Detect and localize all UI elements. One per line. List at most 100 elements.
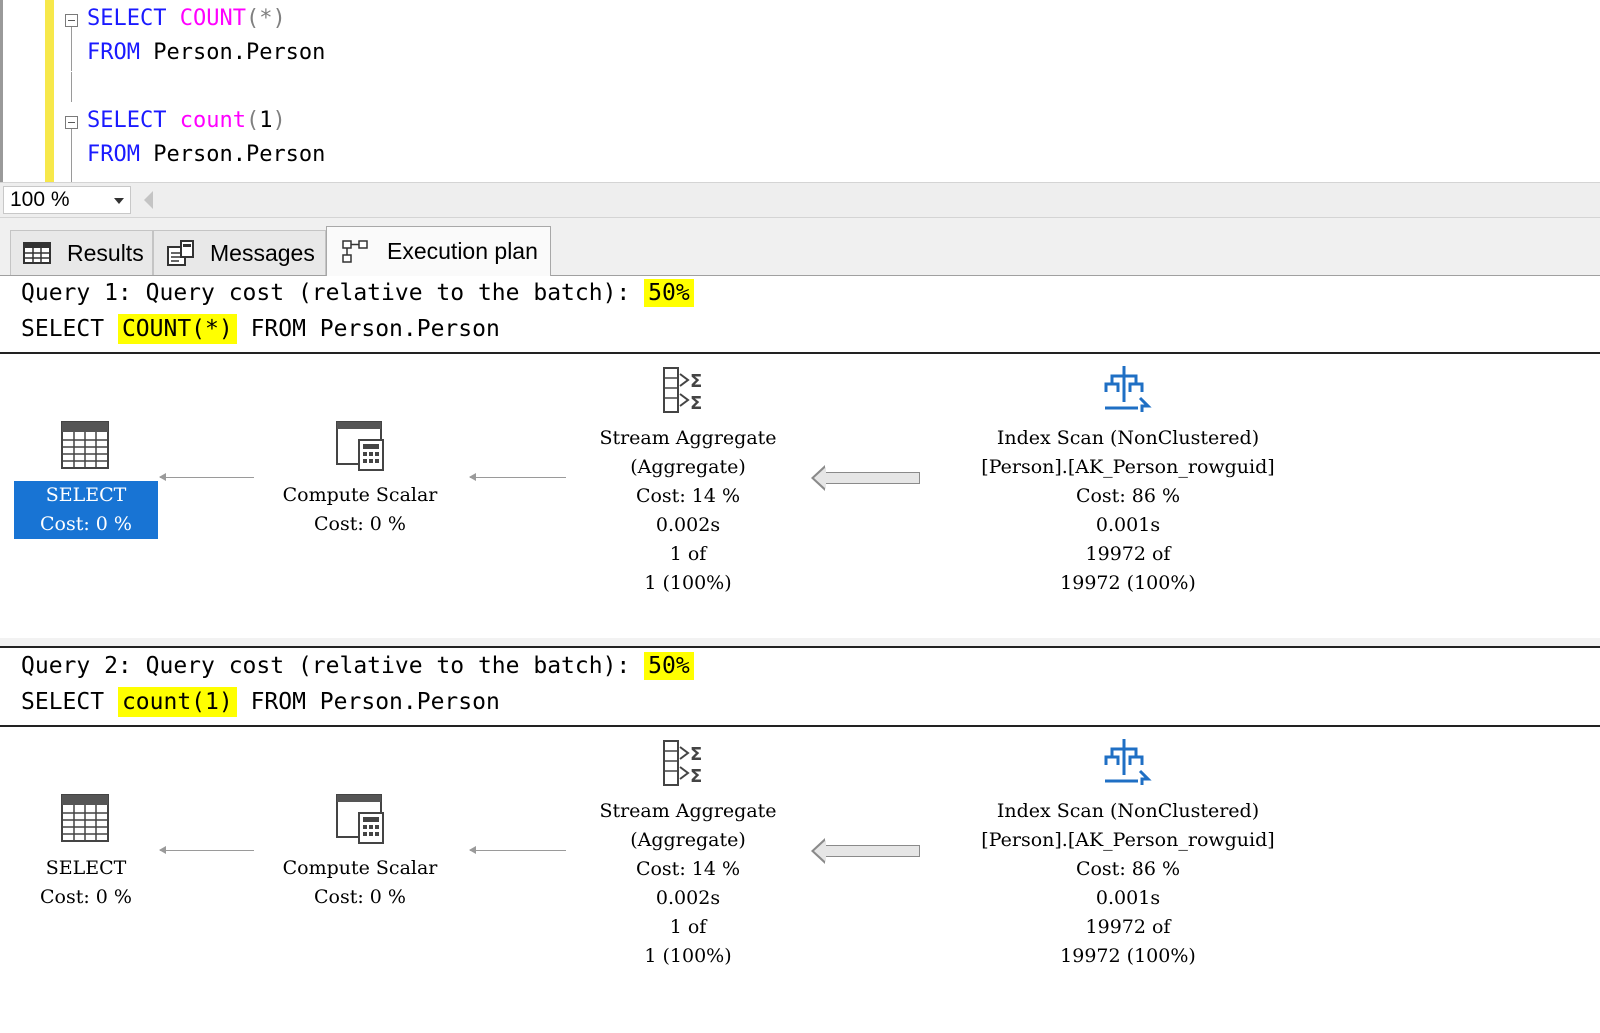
fold-guide	[71, 72, 72, 102]
keyword: SELECT	[87, 108, 167, 133]
keyword: SELECT	[87, 6, 167, 31]
zoom-value: 100 %	[10, 188, 70, 211]
node-rows-estimated: 19972 (100%)	[1060, 572, 1196, 594]
node-rows-actual: 1 of	[669, 916, 707, 938]
node-cost: Cost: 86 %	[1075, 858, 1181, 880]
tab-label: Results	[67, 239, 144, 266]
svg-text:Σ: Σ	[690, 371, 702, 392]
node-object: [Person].[AK_Person_rowguid]	[981, 456, 1275, 478]
sql-prefix: SELECT	[21, 316, 118, 342]
node-cost: Cost: 86 %	[1075, 485, 1181, 507]
query-2-cost-header: Query 2: Query cost (relative to the bat…	[21, 652, 694, 680]
select-operator-label[interactable]: SELECT Cost: 0 %	[14, 854, 158, 912]
index-scan-label[interactable]: Index Scan (NonClustered) [Person].[AK_Pe…	[918, 424, 1338, 598]
plan-separator	[0, 638, 1600, 646]
change-indicator-bar	[45, 0, 54, 182]
index-scan-icon[interactable]	[1102, 735, 1152, 791]
code-line-1[interactable]: SELECT COUNT(*)	[87, 6, 286, 31]
sql-highlight: COUNT(*)	[117, 314, 237, 344]
tab-label: Messages	[210, 239, 315, 266]
tab-results[interactable]: Results	[10, 230, 153, 275]
node-name: Compute Scalar	[282, 857, 438, 879]
stream-aggregate-label[interactable]: Stream Aggregate (Aggregate) Cost: 14 % 0.0…	[560, 424, 816, 598]
cost-header-text: Query 1: Query cost (relative to the bat…	[21, 280, 645, 306]
node-object: [Person].[AK_Person_rowguid]	[981, 829, 1275, 851]
node-time: 0.002s	[655, 887, 721, 909]
tab-execution-plan[interactable]: Execution plan	[326, 226, 551, 276]
thick-flow-arrow	[811, 838, 920, 864]
node-name: Index Scan (NonClustered)	[996, 427, 1260, 449]
select-operator-label[interactable]: SELECT Cost: 0 %	[14, 481, 158, 539]
code-line-5[interactable]: FROM Person.Person	[87, 142, 325, 167]
function-name: COUNT	[179, 6, 246, 31]
node-name: SELECT	[45, 484, 127, 506]
zoom-dropdown[interactable]: 100 %	[3, 186, 131, 214]
messages-icon	[166, 240, 196, 266]
node-rows-actual: 1 of	[669, 543, 707, 565]
table-name: Person.Person	[153, 142, 326, 167]
node-name: Stream Aggregate	[599, 800, 777, 822]
flow-arrow	[469, 473, 566, 481]
node-name: Compute Scalar	[282, 484, 438, 506]
query-editor[interactable]: SELECT COUNT(*) FROM Person.Person SELEC…	[0, 0, 1600, 182]
node-name: Stream Aggregate	[599, 427, 777, 449]
svg-text:Σ: Σ	[690, 766, 702, 787]
paren: )	[272, 108, 286, 133]
query-1-cost-header: Query 1: Query cost (relative to the bat…	[21, 279, 694, 307]
argument: 1	[259, 108, 273, 133]
cost-header-text: Query 2: Query cost (relative to the bat…	[21, 653, 645, 679]
compute-scalar-icon[interactable]	[335, 420, 387, 476]
node-time: 0.001s	[1095, 887, 1161, 909]
sql-suffix: FROM Person.Person	[236, 689, 500, 715]
node-type: (Aggregate)	[630, 829, 746, 851]
plan-divider	[0, 646, 1600, 648]
function-name: count	[179, 108, 246, 133]
stream-aggregate-label[interactable]: Stream Aggregate (Aggregate) Cost: 14 % 0.0…	[560, 797, 816, 971]
cost-percent-badge: 50%	[644, 279, 694, 307]
fold-guide	[71, 27, 72, 71]
sql-suffix: FROM Person.Person	[236, 316, 500, 342]
paren: (	[245, 108, 260, 133]
index-scan-icon[interactable]	[1102, 362, 1152, 418]
chevron-down-icon	[114, 198, 124, 204]
compute-scalar-icon[interactable]	[335, 793, 387, 849]
select-operator-icon[interactable]	[60, 420, 110, 474]
index-scan-label[interactable]: Index Scan (NonClustered) [Person].[AK_Pe…	[918, 797, 1338, 971]
tab-messages[interactable]: Messages	[153, 230, 326, 275]
code-line-4[interactable]: SELECT count(1)	[87, 108, 286, 133]
node-name: Index Scan (NonClustered)	[996, 800, 1260, 822]
sql-prefix: SELECT	[21, 689, 118, 715]
keyword: FROM	[87, 142, 140, 167]
node-rows-estimated: 19972 (100%)	[1060, 945, 1196, 967]
select-operator-icon[interactable]	[60, 793, 110, 847]
node-time: 0.002s	[655, 514, 721, 536]
collapse-icon[interactable]	[65, 116, 78, 129]
stream-aggregate-icon[interactable]: Σ Σ	[662, 366, 714, 418]
editor-status-bar: 100 %	[0, 182, 1600, 218]
tab-label: Execution plan	[387, 238, 538, 264]
plan-divider	[0, 352, 1600, 354]
flow-arrow	[159, 473, 254, 481]
query-1-sql-text: SELECT COUNT(*) FROM Person.Person	[21, 314, 500, 344]
execution-plan-icon	[341, 239, 371, 265]
argument: *	[259, 6, 273, 31]
paren: (	[245, 6, 260, 31]
node-rows-estimated: 1 (100%)	[644, 945, 732, 967]
node-cost: Cost: 0 %	[314, 513, 406, 535]
node-name: SELECT	[45, 857, 127, 879]
flow-arrow	[159, 846, 254, 854]
svg-text:Σ: Σ	[690, 744, 702, 765]
scroll-left-icon[interactable]	[144, 191, 153, 209]
node-cost: Cost: 14 %	[635, 858, 741, 880]
compute-scalar-label[interactable]: Compute Scalar Cost: 0 %	[240, 854, 480, 912]
node-cost: Cost: 14 %	[635, 485, 741, 507]
compute-scalar-label[interactable]: Compute Scalar Cost: 0 %	[240, 481, 480, 539]
node-time: 0.001s	[1095, 514, 1161, 536]
table-name: Person.Person	[153, 40, 326, 65]
paren: )	[272, 6, 286, 31]
code-line-2[interactable]: FROM Person.Person	[87, 40, 325, 65]
stream-aggregate-icon[interactable]: Σ Σ	[662, 739, 714, 791]
node-type: (Aggregate)	[630, 456, 746, 478]
collapse-icon[interactable]	[65, 14, 78, 27]
node-cost: Cost: 0 %	[40, 886, 132, 908]
